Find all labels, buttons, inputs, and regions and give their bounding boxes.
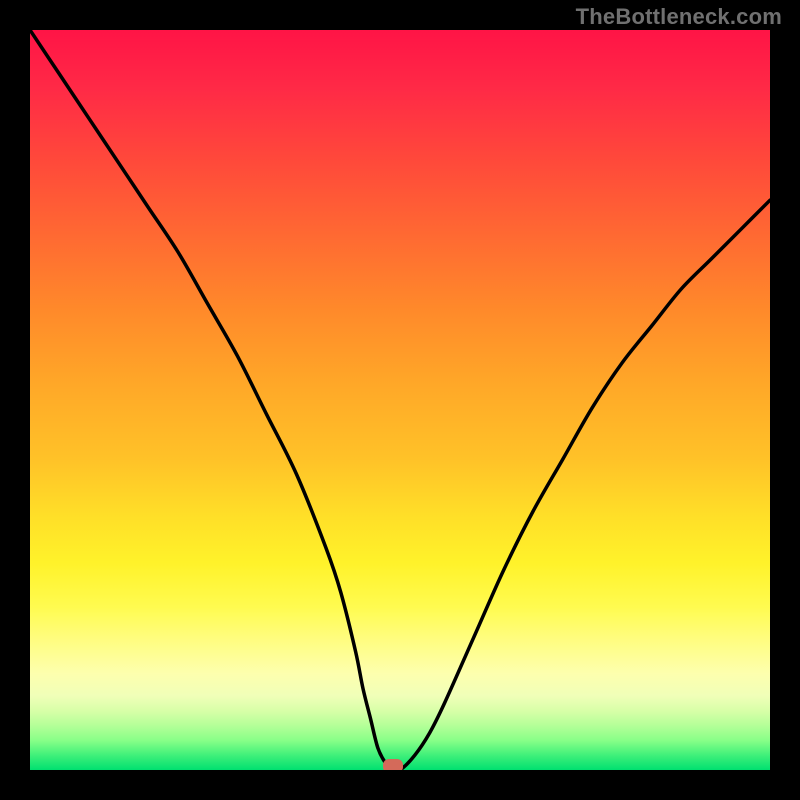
optimum-marker xyxy=(383,759,403,770)
plot-area xyxy=(30,30,770,770)
watermark-text: TheBottleneck.com xyxy=(576,4,782,30)
chart-frame: TheBottleneck.com xyxy=(0,0,800,800)
bottleneck-curve xyxy=(30,30,770,770)
